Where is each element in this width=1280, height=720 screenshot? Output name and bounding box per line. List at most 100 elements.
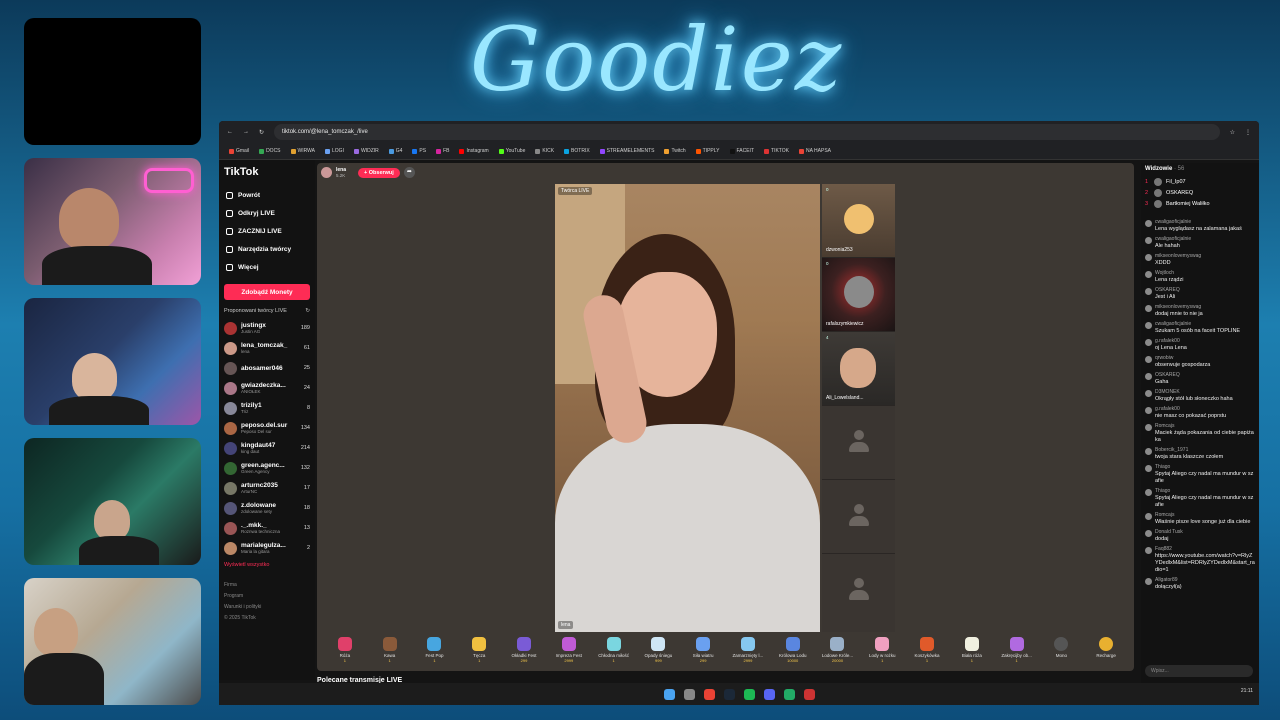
gift-item[interactable]: Mono (1040, 637, 1084, 658)
bookmark-item[interactable]: LOGI (325, 148, 344, 154)
chat-message[interactable]: g.rafalek00 nie masz co pokazać poprstu (1145, 406, 1255, 420)
empty-guest-slot[interactable] (822, 554, 895, 632)
creator-item[interactable]: lena_tomczak_ lena 61 (222, 338, 312, 358)
creator-item[interactable]: arturnc2035 ArturNC 17 (222, 478, 312, 498)
chat-message[interactable]: mikseonlovemyswag dodaj mnie to nie ja (1145, 304, 1255, 318)
creator-item[interactable]: justingx Justin AG 189 (222, 318, 312, 338)
chat-message[interactable]: qrwobiw obserwuje gospodarza (1145, 355, 1255, 369)
creator-item[interactable]: kingdaut47 king daut 214 (222, 438, 312, 458)
guest-slot[interactable]: 0 dzwonia253 (822, 184, 895, 258)
chat-message[interactable]: Romcajs Właśnie pisze love songe już dla … (1145, 512, 1255, 526)
bookmark-item[interactable]: TIKTOK (764, 148, 789, 154)
back-icon[interactable]: ← (227, 129, 233, 135)
app-icon[interactable] (783, 688, 795, 700)
nav-item[interactable]: Więcej (222, 258, 312, 276)
chat-message[interactable]: cwaligaoficjalnie Lena wyglądasz na zalam… (1145, 219, 1255, 233)
gift-item[interactable]: Zamarznięty l... 2999 (726, 637, 770, 663)
viewers-header[interactable]: Widzowie · 56 (1145, 166, 1255, 172)
gift-item[interactable]: Fest Pop 1 (413, 637, 457, 663)
bookmark-item[interactable]: G4 (388, 148, 402, 154)
gift-item[interactable]: Róża 1 (323, 637, 367, 663)
top-viewer[interactable]: 2 OSKAREQ (1145, 187, 1255, 198)
bookmark-item[interactable]: WIRWA (290, 148, 315, 154)
empty-guest-slot[interactable] (822, 406, 895, 480)
creator-item[interactable]: z.dolowane zdolowane sety 18 (222, 498, 312, 518)
creator-item[interactable]: green.agenc... Green Agency 132 (222, 458, 312, 478)
forward-icon[interactable]: → (243, 129, 249, 135)
gift-item[interactable]: Tęcza 1 (457, 637, 501, 663)
creator-item[interactable]: marialegulza... Maria la gitara 2 (222, 538, 312, 558)
gift-item[interactable]: Kawa 1 (368, 637, 412, 663)
bookmark-item[interactable]: NA HAPSA (798, 148, 831, 154)
creator-item[interactable]: peposo.del.sur Peposo Del sur 134 (222, 418, 312, 438)
footer-link[interactable]: Firma (224, 580, 312, 591)
chat-message[interactable]: OSKAREQ Gaha (1145, 372, 1255, 386)
nav-item[interactable]: Odkryj LIVE (222, 204, 312, 222)
bookmark-item[interactable]: Instagram (459, 148, 489, 154)
bookmark-item[interactable]: BOTRIX (564, 148, 590, 154)
host-avatar[interactable] (321, 167, 332, 178)
bookmark-item[interactable]: DOCS (259, 148, 281, 154)
bookmark-item[interactable]: YouTube (498, 148, 525, 154)
chat-message[interactable]: Romcajs Maciek żąda pokazania od ciebie p… (1145, 423, 1255, 444)
gift-item[interactable]: Siła wiatru 299 (681, 637, 725, 663)
gift-item[interactable]: Biała róża 1 (950, 637, 994, 663)
live-video[interactable]: Twórca LIVE lena (555, 184, 820, 632)
url-field[interactable]: tiktok.com/@lena_tomczak_/live (274, 124, 1220, 140)
bookmark-item[interactable]: FB (436, 148, 449, 154)
creator-item[interactable]: gwiazdeczka... ANIOŁEK 24 (222, 378, 312, 398)
bookmark-item[interactable]: WIDZIR (353, 148, 379, 154)
chat-message[interactable]: mikseonlovemyswag XDDD (1145, 253, 1255, 267)
menu-icon[interactable]: ⋮ (1245, 129, 1251, 136)
chat-message[interactable]: Bobercik_1971 twoja stara klaszcze czołem (1145, 447, 1255, 461)
chat-message[interactable]: cwaligaoficjalnie Ale hahah (1145, 236, 1255, 250)
chat-message[interactable]: Faq882 https://www.youtube.com/watch?v=Rl… (1145, 546, 1255, 574)
gift-item[interactable]: Recharge (1084, 637, 1128, 658)
nav-item[interactable]: Powrót (222, 186, 312, 204)
creator-item[interactable]: abosamer046 25 (222, 358, 312, 378)
chat-message[interactable]: cwaligaoficjalnie Szukam 5 osób na faceit… (1145, 321, 1255, 335)
steam-icon[interactable] (723, 688, 735, 700)
nav-item[interactable]: Narzędzia twórcy (222, 240, 312, 258)
chat-message[interactable]: D3MONEK Okrągły stół lub słoneczko haha (1145, 389, 1255, 403)
top-viewer[interactable]: 3 Bartłomiej Waliłko (1145, 198, 1255, 209)
chat-message[interactable]: Allgator89 dołączył(a) (1145, 577, 1255, 591)
bookmark-item[interactable]: STREAMELEMENTS (599, 148, 654, 154)
footer-link[interactable]: © 2025 TikTok (224, 613, 312, 624)
chat-input[interactable]: Wpisz... (1145, 665, 1253, 677)
bookmark-item[interactable]: TIPPLY (695, 148, 720, 154)
empty-guest-slot[interactable] (822, 480, 895, 554)
chat-message[interactable]: Thiago Spytaj Aliego czy nadal ma mundur … (1145, 464, 1255, 485)
windows-icon[interactable] (663, 688, 675, 700)
bookmark-item[interactable]: FACEIT (729, 148, 754, 154)
refresh-icon[interactable]: ↻ (305, 308, 310, 314)
search-icon[interactable] (683, 688, 695, 700)
chat-message[interactable]: Donald Tusk dodaj (1145, 529, 1255, 543)
creator-item[interactable]: ._.mkk._ Roznwa techniczna 13 (222, 518, 312, 538)
guest-slot[interactable]: 4 Ali_Lowelsland... (822, 332, 895, 406)
gift-item[interactable]: Chłodna miłość 1 (592, 637, 636, 663)
footer-link[interactable]: Program (224, 591, 312, 602)
gift-item[interactable]: Zakręcijby ob... 1 (995, 637, 1039, 663)
tiktok-logo[interactable]: TikTok (224, 166, 312, 178)
chat-message[interactable]: g.rafalek00 oj Lena Lena (1145, 338, 1255, 352)
spotify-icon[interactable] (743, 688, 755, 700)
gift-item[interactable]: Lody w rożku 1 (860, 637, 904, 663)
guest-slot[interactable]: 0 rafalszymkiewicz (822, 258, 895, 332)
top-viewer[interactable]: 1 Fil_Ip07 (1145, 176, 1255, 187)
share-icon[interactable]: ➦ (403, 167, 415, 178)
chat-message[interactable]: Thiago Spytaj Aliego czy nadal ma mundur … (1145, 488, 1255, 509)
bookmark-item[interactable]: KICK (535, 148, 554, 154)
gift-item[interactable]: Okładki Fest 299 (502, 637, 546, 663)
gift-item[interactable]: Królowa Lodu 10000 (771, 637, 815, 663)
reload-icon[interactable]: ↻ (259, 129, 264, 136)
nav-item[interactable]: ZACZNIJ LIVE (222, 222, 312, 240)
chat-message[interactable]: Wojtloch Lena rządzi (1145, 270, 1255, 284)
creator-item[interactable]: trizily1 Triz 8 (222, 398, 312, 418)
footer-link[interactable]: Warunki i polityki (224, 602, 312, 613)
bookmark-item[interactable]: PS (412, 148, 426, 154)
follow-button[interactable]: + Obserwuj (358, 167, 400, 178)
get-coins-button[interactable]: Zdobądź Monety (224, 284, 310, 300)
chrome-icon[interactable] (703, 688, 715, 700)
show-all-link[interactable]: Wyświetl wszystko (224, 562, 310, 568)
